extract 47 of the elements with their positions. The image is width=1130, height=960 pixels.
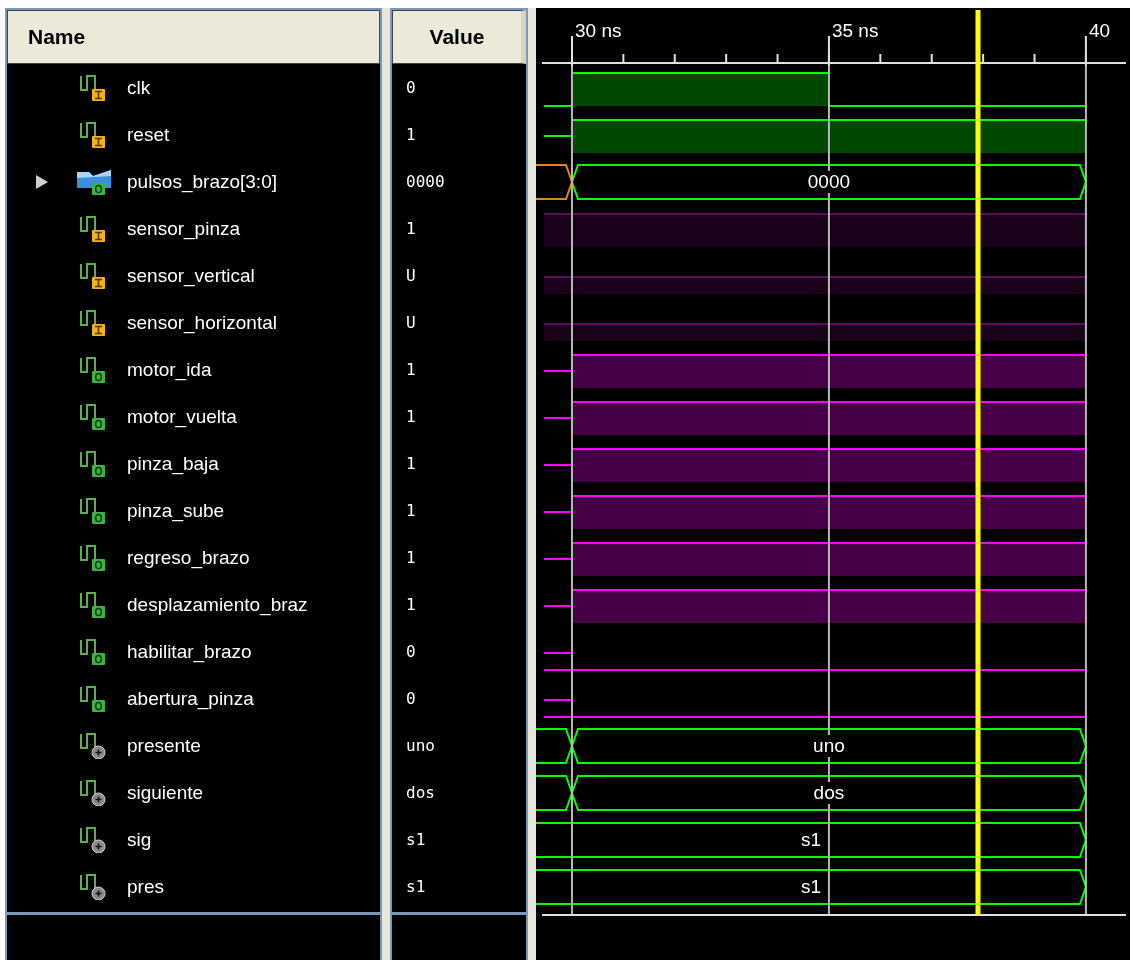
bus-value-label: 0000 [805, 171, 853, 193]
signal-value: 0 [405, 642, 416, 661]
signal-name[interactable]: regreso_brazo [127, 546, 250, 569]
signal-name[interactable]: clk [127, 76, 151, 99]
signal-name[interactable]: sensor_pinza [127, 217, 241, 240]
signal-name[interactable]: pulsos_brazo[3:0] [127, 170, 277, 193]
signal-value: U [405, 266, 416, 285]
signal-name[interactable]: pinza_sube [127, 499, 225, 522]
signal-value: 1 [405, 501, 416, 520]
signal-value: s1 [405, 877, 426, 896]
signal-name[interactable]: reset [127, 123, 170, 146]
signal-value: 1 [405, 407, 416, 426]
time-label: 30 ns [574, 20, 622, 42]
signal-name[interactable]: pinza_baja [127, 452, 219, 475]
time-label: 40 [1088, 20, 1111, 42]
signal-value: 1 [405, 595, 416, 614]
bus-signal-icon [77, 168, 111, 195]
signal-name[interactable]: habilitar_brazo [127, 640, 252, 663]
signal-value: 1 [405, 219, 416, 238]
signal-name[interactable]: presente [127, 734, 201, 757]
signal-value: 0000 [405, 172, 445, 191]
signal-value: 1 [405, 454, 416, 473]
signal-value: U [405, 313, 416, 332]
signal-value: 1 [405, 548, 416, 567]
signal-name[interactable]: siguiente [127, 781, 204, 804]
signal-name[interactable]: motor_ida [127, 358, 212, 381]
signal-name[interactable]: desplazamiento_braz [127, 593, 308, 616]
bus-value-label: dos [811, 782, 847, 804]
signal-name[interactable]: pres [127, 875, 164, 898]
signal-value: 1 [405, 125, 416, 144]
signal-name[interactable]: sensor_vertical [127, 264, 255, 287]
signal-name[interactable]: sensor_horizontal [127, 311, 277, 334]
value-column-header[interactable]: Value [392, 10, 526, 64]
signal-name[interactable]: abertura_pinza [127, 687, 254, 710]
signal-name[interactable]: motor_vuelta [127, 405, 237, 428]
signal-value: 0 [405, 689, 416, 708]
name-column-header[interactable]: Name [7, 10, 380, 64]
time-label: 35 ns [831, 20, 879, 42]
signal-value: 0 [405, 78, 416, 97]
signal-value: dos [405, 783, 435, 802]
time-cursor[interactable] [975, 10, 981, 915]
signal-value: uno [405, 736, 435, 755]
signal-value: s1 [405, 830, 426, 849]
expand-arrow-icon[interactable] [35, 173, 49, 190]
bus-value-label: uno [811, 735, 847, 757]
signal-value: 1 [405, 360, 416, 379]
signal-name[interactable]: sig [127, 828, 152, 851]
